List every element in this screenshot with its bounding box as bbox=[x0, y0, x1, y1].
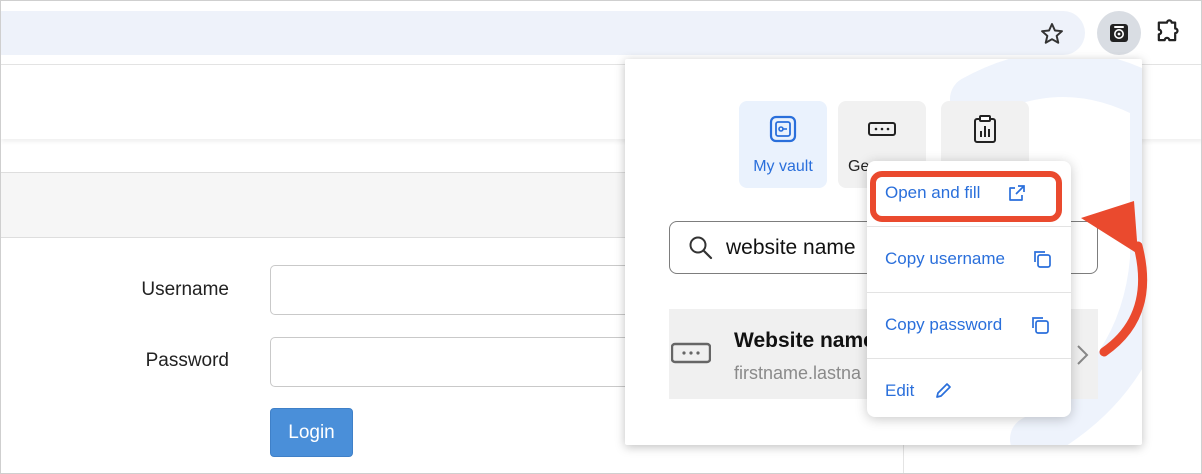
curved-arrow-annotation bbox=[1081, 201, 1148, 357]
login-button[interactable]: Login bbox=[270, 408, 353, 457]
password-input[interactable] bbox=[270, 337, 650, 387]
username-input[interactable] bbox=[270, 265, 650, 315]
menu-item-label: Copy password bbox=[885, 315, 1003, 334]
password-manager-extension-icon bbox=[1110, 24, 1128, 42]
menu-item-label: Edit bbox=[885, 381, 915, 400]
screenshot-frame: Username Password Login My vault Ge webs… bbox=[0, 0, 1202, 474]
username-label: Username bbox=[141, 279, 229, 300]
pencil-icon bbox=[936, 383, 951, 398]
tab-label: My vault bbox=[753, 158, 813, 175]
menu-item-label: Copy username bbox=[885, 249, 1006, 268]
search-icon bbox=[689, 236, 713, 260]
item-title: Website name bbox=[734, 329, 875, 352]
menu-item-edit[interactable]: Edit bbox=[867, 359, 1071, 417]
vault-icon bbox=[769, 115, 797, 143]
open-and-fill-highlight bbox=[870, 171, 1062, 222]
password-icon bbox=[671, 342, 711, 364]
password-manager-extension-button[interactable] bbox=[1097, 11, 1141, 55]
copy-icon bbox=[1032, 317, 1049, 334]
puzzle-icon[interactable] bbox=[1153, 18, 1181, 46]
menu-item-copy-username[interactable]: Copy username bbox=[867, 227, 1071, 293]
star-icon[interactable] bbox=[1039, 21, 1065, 47]
report-icon bbox=[974, 115, 996, 143]
menu-item-copy-password[interactable]: Copy password bbox=[867, 293, 1071, 359]
browser-toolbar bbox=[1, 1, 1201, 65]
copy-icon bbox=[1034, 251, 1051, 268]
password-label: Password bbox=[145, 350, 229, 371]
tab-my-vault[interactable]: My vault bbox=[739, 101, 827, 188]
search-value: website name bbox=[726, 236, 856, 259]
generator-icon bbox=[868, 122, 896, 136]
address-bar[interactable] bbox=[1, 11, 1085, 55]
item-subtitle: firstname.lastna bbox=[734, 363, 862, 383]
